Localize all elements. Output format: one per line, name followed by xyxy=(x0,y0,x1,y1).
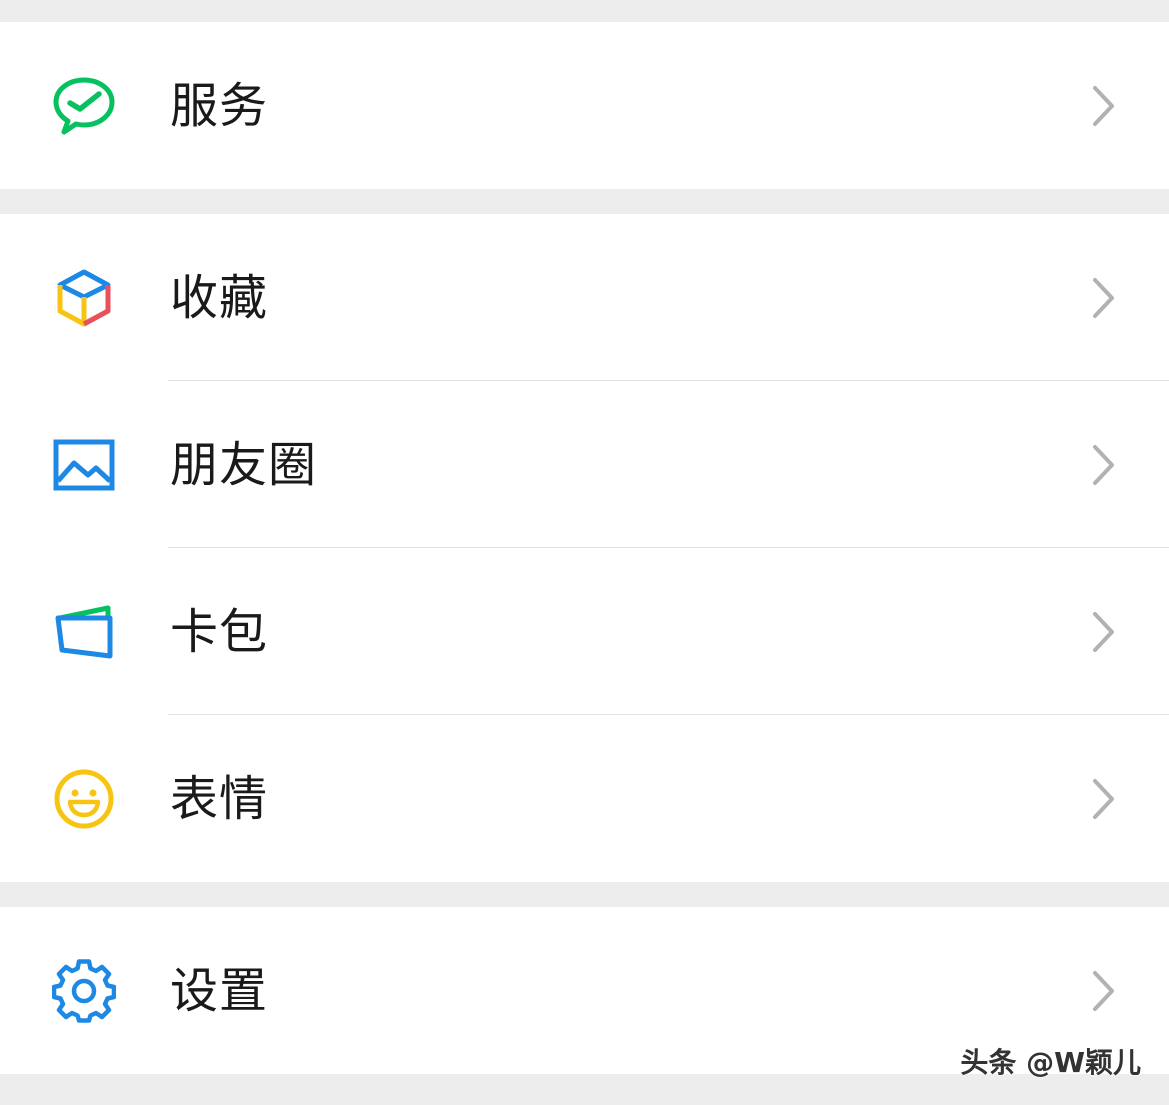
chevron-right-icon xyxy=(1091,610,1117,654)
menu-item-stickers[interactable]: 表情 xyxy=(0,715,1169,882)
chevron-right-icon xyxy=(1091,777,1117,821)
settings-gear-icon xyxy=(52,958,116,1023)
chevron-right-icon xyxy=(1091,443,1117,487)
services-check-bubble-icon xyxy=(52,74,116,138)
features-section: 收藏 朋友圈 卡包 表情 xyxy=(0,214,1169,882)
chevron-right-icon xyxy=(1091,84,1117,128)
card-wallet-icon xyxy=(52,600,116,664)
menu-item-label: 表情 xyxy=(170,770,269,827)
section-divider xyxy=(0,189,1169,214)
top-spacer xyxy=(0,0,1169,22)
moments-picture-icon xyxy=(52,433,116,497)
menu-item-moments[interactable]: 朋友圈 xyxy=(0,381,1169,548)
menu-item-services[interactable]: 服务 xyxy=(0,22,1169,189)
section-divider xyxy=(0,882,1169,907)
services-section: 服务 xyxy=(0,22,1169,189)
favorites-cube-icon xyxy=(52,266,116,330)
watermark: 头条 @W颖儿 xyxy=(960,1046,1141,1079)
chevron-right-icon xyxy=(1091,969,1117,1013)
chevron-right-icon xyxy=(1091,276,1117,320)
menu-item-label: 收藏 xyxy=(170,269,269,326)
menu-item-label: 服务 xyxy=(170,77,269,134)
stickers-smiley-icon xyxy=(52,767,116,831)
menu-item-favorites[interactable]: 收藏 xyxy=(0,214,1169,381)
menu-item-card-wallet[interactable]: 卡包 xyxy=(0,548,1169,715)
menu-item-label: 设置 xyxy=(170,962,269,1019)
menu-item-label: 卡包 xyxy=(170,603,269,660)
menu-item-label: 朋友圈 xyxy=(170,436,318,493)
